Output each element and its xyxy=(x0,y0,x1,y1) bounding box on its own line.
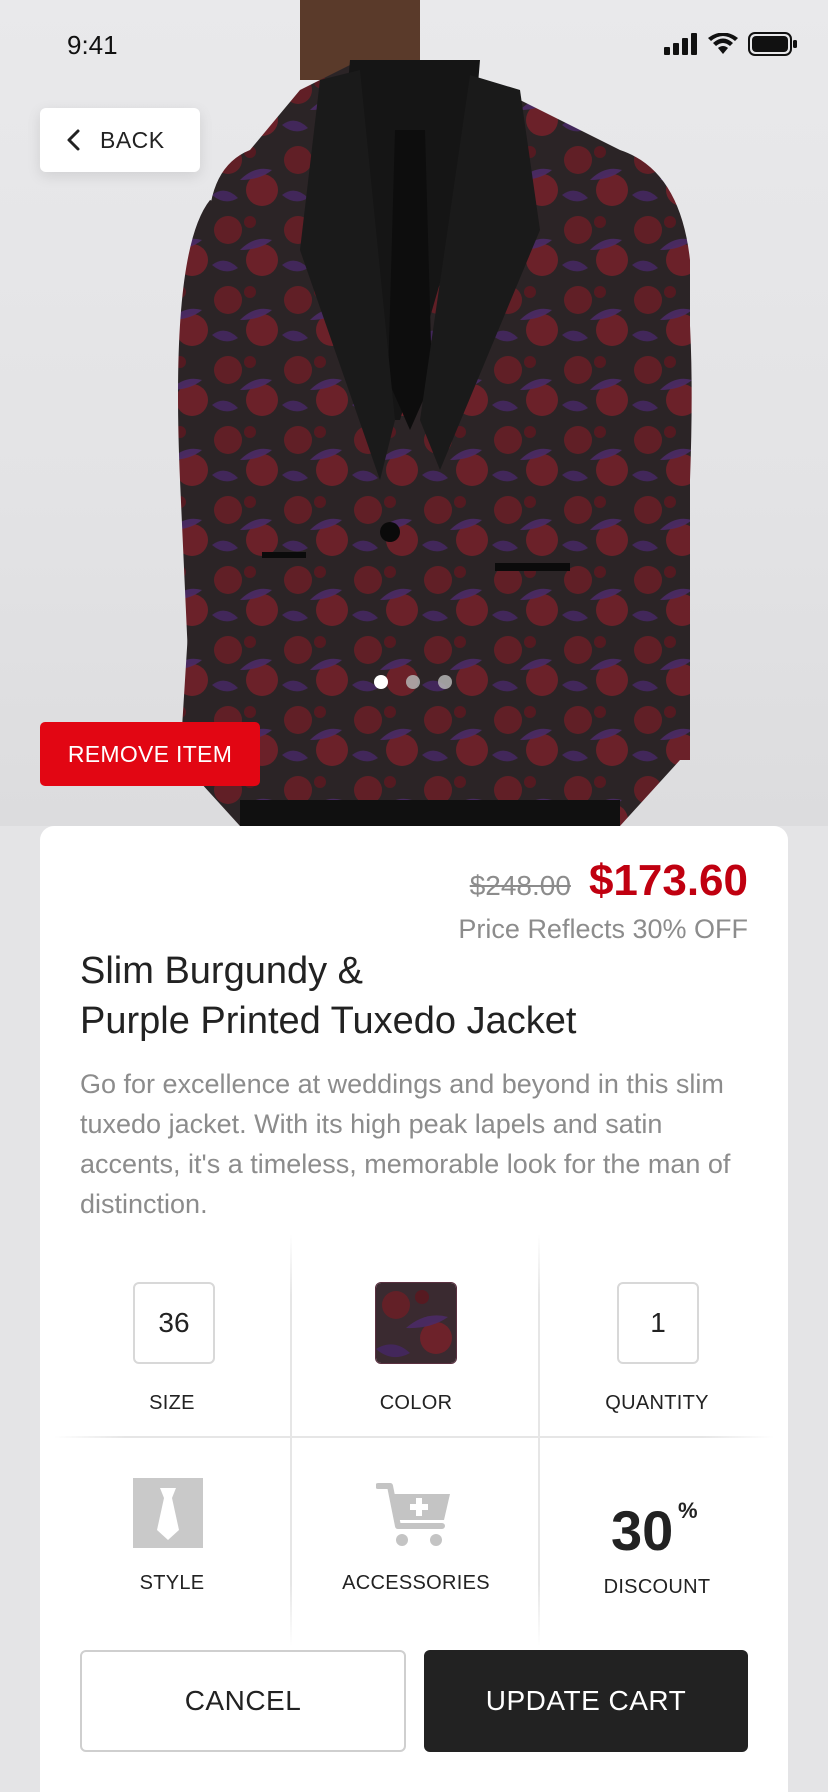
sale-price: $173.60 xyxy=(588,856,748,905)
color-swatch[interactable] xyxy=(375,1282,457,1364)
price-note: Price Reflects 30% OFF xyxy=(458,914,748,944)
original-price: $248.00 xyxy=(469,870,571,901)
color-swatch-pattern xyxy=(376,1283,456,1363)
back-label: BACK xyxy=(100,126,165,153)
product-details-card: $248.00 $173.60 Price Reflects 30% OFF S… xyxy=(40,826,788,1792)
status-time: 9:41 xyxy=(67,30,118,60)
price-row: $248.00 $173.60 xyxy=(470,856,748,906)
style-label: STYLE xyxy=(139,1572,205,1594)
discount-option[interactable]: 30 % DISCOUNT xyxy=(540,1438,774,1638)
status-bar: 9:41 xyxy=(0,0,828,92)
remove-item-button[interactable]: REMOVE ITEM xyxy=(40,722,260,786)
product-title-line-2: Purple Printed Tuxedo Jacket xyxy=(80,1000,577,1042)
cancel-button[interactable]: CANCEL xyxy=(80,1650,406,1752)
discount-unit: % xyxy=(678,1498,698,1523)
options-grid: 36 SIZE COLOR 1 QUANTITY STYLE ACCESSORI… xyxy=(54,1234,774,1646)
discount-label: DISCOUNT xyxy=(603,1576,711,1598)
signal-icon xyxy=(664,33,697,55)
tie-icon xyxy=(133,1478,203,1548)
accessories-option[interactable]: ACCESSORIES xyxy=(292,1438,540,1638)
gallery-dot-2[interactable] xyxy=(406,675,420,689)
size-option[interactable]: 36 SIZE xyxy=(54,1234,290,1434)
product-description: Go for excellence at weddings and beyond… xyxy=(80,1069,731,1219)
color-option[interactable]: COLOR xyxy=(292,1234,540,1434)
quantity-option[interactable]: 1 QUANTITY xyxy=(540,1234,774,1434)
chevron-left-icon xyxy=(67,129,80,151)
wifi-icon xyxy=(708,33,738,54)
status-icons xyxy=(664,32,798,56)
discount-value: 30 xyxy=(611,1499,674,1562)
product-title: Slim Burgundy & Purple Printed Tuxedo Ja… xyxy=(80,946,660,1046)
battery-icon xyxy=(748,32,797,56)
size-label: SIZE xyxy=(149,1392,195,1414)
accessories-label: ACCESSORIES xyxy=(342,1572,490,1594)
size-value-box[interactable]: 36 xyxy=(133,1282,215,1364)
quantity-value-box[interactable]: 1 xyxy=(617,1282,699,1364)
color-label: COLOR xyxy=(379,1392,453,1414)
back-button[interactable]: BACK xyxy=(40,108,200,172)
gallery-dot-3[interactable] xyxy=(438,675,452,689)
cart-add-icon xyxy=(376,1483,450,1546)
product-title-line-1: Slim Burgundy & xyxy=(80,950,364,992)
style-option[interactable]: STYLE xyxy=(54,1438,290,1638)
update-cart-button[interactable]: UPDATE CART xyxy=(424,1650,748,1752)
gallery-pagination[interactable] xyxy=(374,675,452,689)
quantity-label: QUANTITY xyxy=(605,1392,709,1414)
gallery-dot-1[interactable] xyxy=(374,675,388,689)
